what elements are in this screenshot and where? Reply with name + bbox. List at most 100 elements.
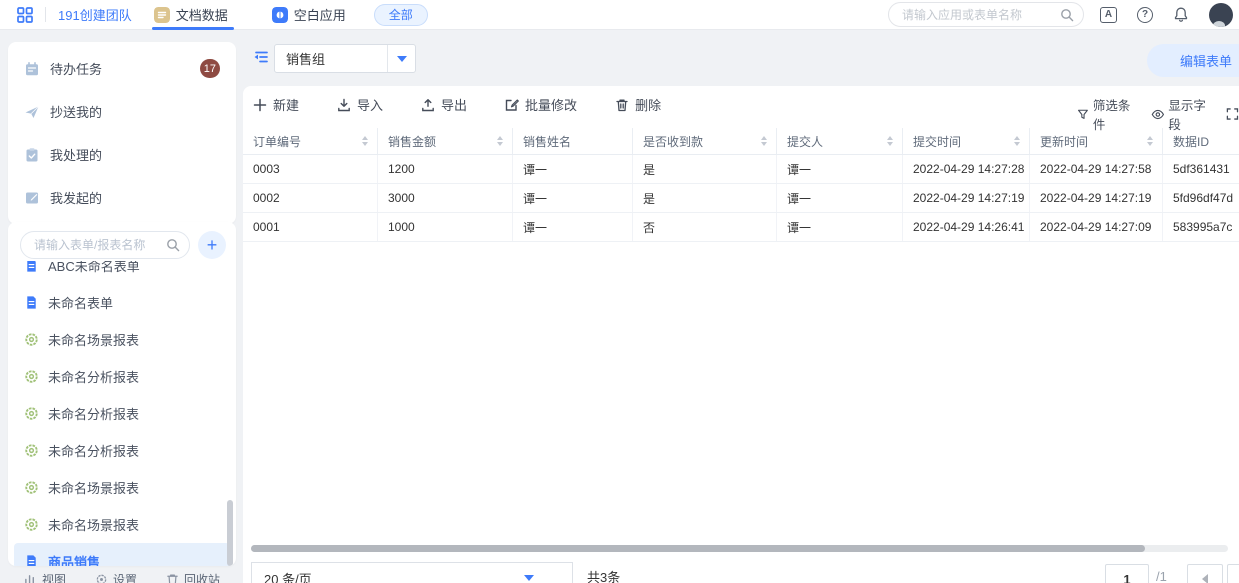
group-select-value: 销售组 (275, 49, 387, 68)
sidebar-item-cc-to-me[interactable]: 抄送我的 (8, 90, 236, 133)
new-record-button[interactable]: 新建 (253, 95, 299, 114)
form-list-item[interactable]: 未命名分析报表 (14, 358, 230, 395)
trash-icon (166, 573, 179, 583)
delete-button[interactable]: 删除 (615, 95, 661, 114)
chevron-down-icon (397, 56, 407, 62)
filter-all-pill[interactable]: 全部 (374, 4, 428, 26)
arrow-left-icon (1202, 574, 1208, 583)
column-label: 提交时间 (913, 133, 961, 150)
tab-blank-app[interactable]: 空白应用 (272, 0, 346, 30)
global-search[interactable] (888, 2, 1084, 27)
form-list-item[interactable]: 未命名场景报表 (14, 506, 230, 543)
global-search-input[interactable] (889, 3, 1083, 26)
export-button[interactable]: 导出 (421, 95, 467, 114)
cell-submit-time: 2022-04-29 14:27:28 (903, 155, 1030, 183)
table-row[interactable]: 0001 1000 谭一 否 谭一 2022-04-29 14:26:41 20… (243, 213, 1239, 242)
column-header-update-time[interactable]: 更新时间 (1030, 128, 1163, 154)
cell-submitter: 谭一 (777, 184, 903, 212)
form-list-item[interactable]: 未命名场景报表 (14, 469, 230, 506)
form-item-label: 未命名分析报表 (48, 404, 139, 423)
column-label: 数据ID (1173, 133, 1209, 150)
sidebar-scrollbar[interactable] (227, 500, 233, 566)
footer-label: 视图 (42, 571, 66, 583)
table-header-row: 订单编号 销售金额 销售姓名 是否收到款 提交人 提交时间 更新时间 数据ID (243, 128, 1239, 155)
toolbar-label: 批量修改 (525, 95, 577, 114)
column-header-payment-received[interactable]: 是否收到款 (633, 128, 777, 154)
sidebar-footer-views[interactable]: 视图 (24, 571, 66, 583)
plus-icon (253, 98, 267, 112)
todo-count-badge: 17 (200, 59, 220, 78)
user-avatar[interactable] (1209, 3, 1233, 27)
cell-payment-received: 是 (633, 184, 777, 212)
toolbar-label: 导出 (441, 95, 467, 114)
column-header-submit-time[interactable]: 提交时间 (903, 128, 1030, 154)
batch-edit-icon (505, 98, 519, 112)
sidebar-forms-card: + ABC未命名表单 未命名表单 未命名场景报表 (8, 222, 236, 566)
column-header-sales-amount[interactable]: 销售金额 (378, 128, 513, 154)
current-page-box[interactable]: 1 (1105, 564, 1149, 583)
cell-payment-received: 是 (633, 155, 777, 183)
avatar-figure (1213, 21, 1225, 27)
form-list-item[interactable]: 未命名分析报表 (14, 432, 230, 469)
fullscreen-icon[interactable] (1226, 107, 1239, 121)
toolbar-label: 导入 (357, 95, 383, 114)
edit-form-button[interactable]: 编辑表单 (1147, 44, 1239, 77)
column-label: 是否收到款 (643, 133, 703, 150)
column-header-order-id[interactable]: 订单编号 (243, 128, 378, 154)
add-form-button[interactable]: + (198, 231, 226, 259)
chevron-down-icon (524, 575, 534, 581)
table-row[interactable]: 0002 3000 谭一 是 谭一 2022-04-29 14:27:19 20… (243, 184, 1239, 213)
notification-bell-icon[interactable] (1173, 6, 1189, 23)
team-name[interactable]: 191创建团队 (58, 5, 132, 24)
form-item-label: 商品销售 (48, 552, 100, 566)
batch-edit-button[interactable]: 批量修改 (505, 95, 577, 114)
sidebar-item-todo-tasks[interactable]: 待办任务 17 (8, 47, 236, 90)
trash-icon (615, 98, 629, 112)
sort-icon[interactable] (1147, 136, 1153, 146)
form-search-input[interactable] (21, 232, 189, 258)
cell-order-id: 0002 (243, 184, 378, 212)
form-search[interactable] (20, 231, 190, 259)
column-header-submitter[interactable]: 提交人 (777, 128, 903, 154)
collapse-sidebar-icon[interactable] (252, 48, 270, 66)
table-toolbar: 新建 导入 导出 批量修改 删除 (253, 95, 661, 114)
form-list-item[interactable]: ABC未命名表单 (14, 261, 230, 284)
active-tab-underline (152, 27, 234, 30)
footer-label: 设置 (113, 571, 137, 583)
sidebar-item-handled-by-me[interactable]: 我处理的 (8, 133, 236, 176)
footer-label: 回收站 (184, 571, 220, 583)
group-select-dropdown[interactable]: 销售组 (274, 44, 416, 73)
form-list-item[interactable]: 未命名表单 (14, 284, 230, 321)
sidebar-footer-settings[interactable]: 设置 (95, 571, 137, 583)
sidebar-footer-recycle-bin[interactable]: 回收站 (166, 571, 220, 583)
sort-icon[interactable] (362, 136, 368, 146)
language-translate-icon[interactable]: A (1100, 7, 1117, 23)
topbar: 191创建团队 文档数据 空白应用 全部 A ? (0, 0, 1239, 30)
horizontal-scrollbar-thumb[interactable] (251, 545, 1145, 552)
sort-icon[interactable] (887, 136, 893, 146)
help-icon[interactable]: ? (1137, 7, 1153, 23)
app-launcher-icon[interactable] (16, 6, 34, 24)
sort-icon[interactable] (1014, 136, 1020, 146)
document-data-tab-icon (154, 7, 170, 23)
data-table: 订单编号 销售金额 销售姓名 是否收到款 提交人 提交时间 更新时间 数据ID (243, 128, 1239, 242)
tab-document-data[interactable]: 文档数据 (154, 0, 228, 30)
column-header-sales-name[interactable]: 销售姓名 (513, 128, 633, 154)
previous-page-button[interactable] (1187, 564, 1223, 583)
form-item-label: 未命名场景报表 (48, 330, 139, 349)
sidebar-item-label: 我发起的 (50, 188, 102, 207)
next-page-button[interactable] (1227, 564, 1239, 583)
cell-update-time: 2022-04-29 14:27:58 (1030, 155, 1163, 183)
import-button[interactable]: 导入 (337, 95, 383, 114)
blank-app-tab-icon (272, 7, 288, 23)
sidebar-item-initiated-by-me[interactable]: 我发起的 (8, 176, 236, 219)
form-list-item-selected[interactable]: 商品销售 (14, 543, 230, 566)
help-glyph: ? (1137, 7, 1153, 23)
form-list-item[interactable]: 未命名场景报表 (14, 321, 230, 358)
table-row[interactable]: 0003 1200 谭一 是 谭一 2022-04-29 14:27:28 20… (243, 155, 1239, 184)
sort-icon[interactable] (497, 136, 503, 146)
column-header-data-id[interactable]: 数据ID (1163, 128, 1239, 154)
page-size-dropdown[interactable]: 20 条/页 (251, 562, 573, 583)
sort-icon[interactable] (761, 136, 767, 146)
form-list-item[interactable]: 未命名分析报表 (14, 395, 230, 432)
